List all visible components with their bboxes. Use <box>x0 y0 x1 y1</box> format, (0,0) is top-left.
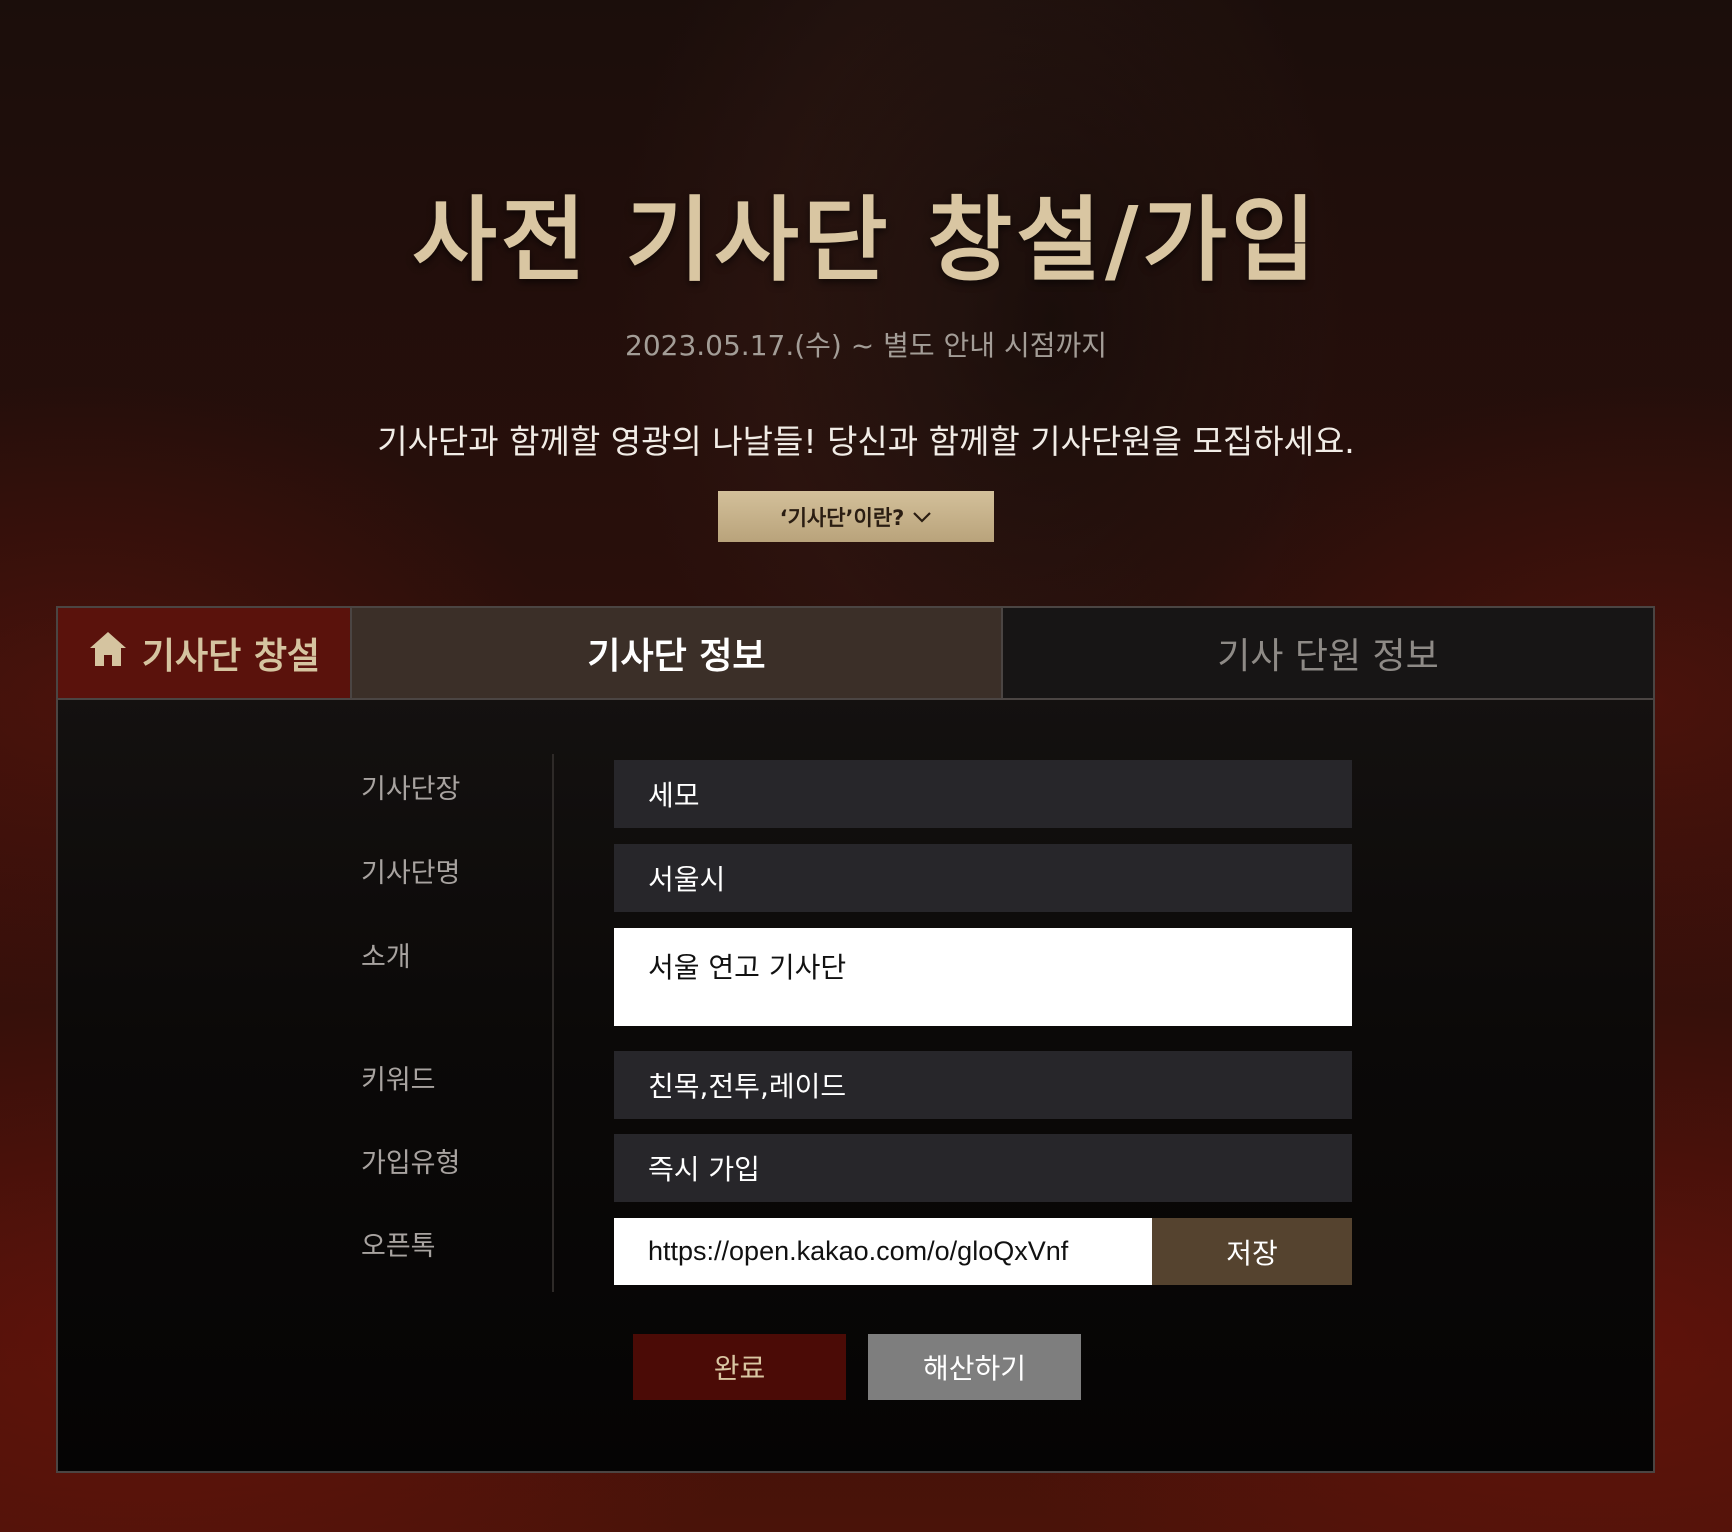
event-period: 2023.05.17.(수) ~ 별도 안내 시점까지 <box>625 329 1107 362</box>
complete-button[interactable]: 완료 <box>633 1334 846 1400</box>
form-divider <box>552 754 554 1292</box>
knights-panel: 기사단 창설 기사단 정보 기사 단원 정보 기사단장 세모 기사단명 서울시 … <box>56 606 1655 1473</box>
page-title: 사전 기사단 창설/가입 <box>412 186 1320 294</box>
join-type-select[interactable]: 즉시 가입 <box>614 1134 1352 1202</box>
intro-textarea[interactable]: 서울 연고 기사단 <box>614 928 1352 1026</box>
hero-description: 기사단과 함께할 영광의 나날들! 당신과 함께할 기사단원을 모집하세요. <box>377 422 1355 461</box>
knights-info-form: 기사단장 세모 기사단명 서울시 소개 서울 연고 기사단 키워드 친목,전투,… <box>58 608 1653 1471</box>
disband-button[interactable]: 해산하기 <box>868 1334 1081 1400</box>
what-is-knights-button[interactable]: ‘기사단’이란? <box>718 491 994 542</box>
open-chat-input[interactable]: https://open.kakao.com/o/gloQxVnf <box>614 1218 1152 1285</box>
knights-name-field[interactable]: 서울시 <box>614 844 1352 912</box>
save-button[interactable]: 저장 <box>1152 1218 1352 1285</box>
leader-field: 세모 <box>614 760 1352 828</box>
leader-label: 기사단장 <box>361 774 461 805</box>
keywords-label: 키워드 <box>361 1065 436 1096</box>
intro-label: 소개 <box>361 942 411 973</box>
keywords-field[interactable]: 친목,전투,레이드 <box>614 1051 1352 1119</box>
chevron-down-icon <box>912 510 932 524</box>
join-type-label: 가입유형 <box>361 1148 461 1179</box>
knights-name-label: 기사단명 <box>361 858 461 889</box>
open-chat-label: 오픈톡 <box>361 1231 436 1262</box>
what-is-knights-label: ‘기사단’이란? <box>779 505 905 530</box>
